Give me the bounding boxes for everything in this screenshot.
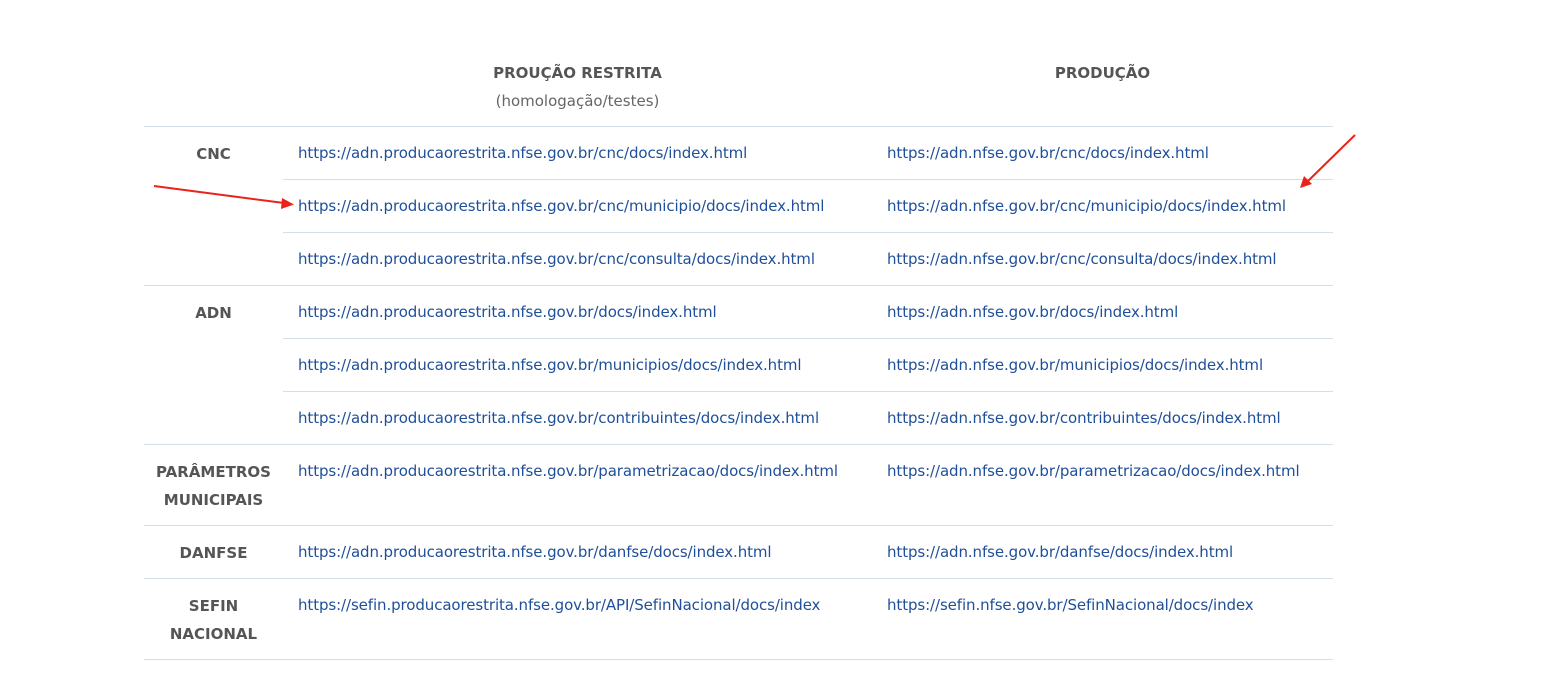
header-producao-title: PRODUÇÃO [1054, 64, 1151, 82]
producao-link-cell: https://adn.nfse.gov.br/cnc/consulta/doc… [872, 232, 1333, 286]
table-row: ADN https://adn.producaorestrita.nfse.go… [144, 285, 1333, 445]
producao-link-cell: https://adn.nfse.gov.br/municipios/docs/… [872, 338, 1333, 392]
restrita-link-cell: https://adn.producaorestrita.nfse.gov.br… [283, 444, 872, 526]
table-row: CNC https://adn.producaorestrita.nfse.go… [144, 126, 1333, 286]
restrita-link-cell: https://adn.producaorestrita.nfse.gov.br… [283, 338, 872, 392]
table-row: https://adn.producaorestrita.nfse.gov.br… [144, 232, 1333, 286]
restrita-link[interactable]: https://sefin.producaorestrita.nfse.gov.… [298, 596, 820, 614]
producao-link[interactable]: https://adn.nfse.gov.br/contribuintes/do… [887, 409, 1281, 427]
table-row: SEFIN NACIONAL https://sefin.producaores… [144, 578, 1333, 660]
service-sefin-nacional: SEFIN NACIONAL [144, 578, 283, 660]
restrita-link[interactable]: https://adn.producaorestrita.nfse.gov.br… [298, 197, 824, 215]
producao-link[interactable]: https://adn.nfse.gov.br/danfse/docs/inde… [887, 543, 1233, 561]
restrita-link[interactable]: https://adn.producaorestrita.nfse.gov.br… [298, 543, 772, 561]
producao-link[interactable]: https://adn.nfse.gov.br/cnc/docs/index.h… [887, 144, 1209, 162]
restrita-link-cell: https://adn.producaorestrita.nfse.gov.br… [283, 232, 872, 286]
restrita-link[interactable]: https://adn.producaorestrita.nfse.gov.br… [298, 144, 747, 162]
producao-link-cell: https://adn.nfse.gov.br/cnc/municipio/do… [872, 179, 1333, 233]
header-restrita-column: PROUÇÃO RESTRITA (homologação/testes) [283, 52, 872, 127]
table-row: https://adn.producaorestrita.nfse.gov.br… [144, 338, 1333, 392]
producao-link[interactable]: https://adn.nfse.gov.br/docs/index.html [887, 303, 1178, 321]
restrita-link-cell: https://sefin.producaorestrita.nfse.gov.… [283, 578, 872, 660]
header-restrita-title: PROUÇÃO RESTRITA [493, 64, 662, 82]
restrita-link-cell: https://adn.producaorestrita.nfse.gov.br… [283, 525, 872, 579]
page: PROUÇÃO RESTRITA (homologação/testes) PR… [0, 0, 1562, 678]
producao-link[interactable]: https://adn.nfse.gov.br/parametrizacao/d… [887, 462, 1300, 480]
restrita-link-cell: https://adn.producaorestrita.nfse.gov.br… [283, 126, 872, 180]
table-body: CNC https://adn.producaorestrita.nfse.go… [144, 126, 1333, 660]
restrita-link-cell: https://adn.producaorestrita.nfse.gov.br… [283, 391, 872, 445]
producao-link-cell: https://adn.nfse.gov.br/docs/index.html [872, 285, 1333, 339]
producao-link[interactable]: https://sefin.nfse.gov.br/SefinNacional/… [887, 596, 1254, 614]
service-cnc: CNC [144, 126, 283, 286]
service-parametros-municipais: PARÂMETROS MUNICIPAIS [144, 444, 283, 526]
producao-link[interactable]: https://adn.nfse.gov.br/cnc/consulta/doc… [887, 250, 1277, 268]
table-header: PROUÇÃO RESTRITA (homologação/testes) PR… [144, 52, 1333, 127]
producao-link-cell: https://adn.nfse.gov.br/parametrizacao/d… [872, 444, 1333, 526]
restrita-link[interactable]: https://adn.producaorestrita.nfse.gov.br… [298, 409, 819, 427]
header-restrita-subtitle: (homologação/testes) [495, 92, 660, 110]
service-adn: ADN [144, 285, 283, 445]
restrita-link-cell: https://adn.producaorestrita.nfse.gov.br… [283, 285, 872, 339]
restrita-link[interactable]: https://adn.producaorestrita.nfse.gov.br… [298, 250, 815, 268]
restrita-link[interactable]: https://adn.producaorestrita.nfse.gov.br… [298, 356, 802, 374]
producao-link[interactable]: https://adn.nfse.gov.br/cnc/municipio/do… [887, 197, 1286, 215]
table-row: https://adn.producaorestrita.nfse.gov.br… [144, 391, 1333, 445]
producao-link-cell: https://sefin.nfse.gov.br/SefinNacional/… [872, 578, 1333, 660]
service-danfse: DANFSE [144, 525, 283, 579]
restrita-link-cell: https://adn.producaorestrita.nfse.gov.br… [283, 179, 872, 233]
producao-link-cell: https://adn.nfse.gov.br/danfse/docs/inde… [872, 525, 1333, 579]
producao-link[interactable]: https://adn.nfse.gov.br/municipios/docs/… [887, 356, 1263, 374]
producao-link-cell: https://adn.nfse.gov.br/contribuintes/do… [872, 391, 1333, 445]
restrita-link[interactable]: https://adn.producaorestrita.nfse.gov.br… [298, 303, 717, 321]
header-row: PROUÇÃO RESTRITA (homologação/testes) PR… [144, 52, 1333, 127]
header-producao-column: PRODUÇÃO [872, 52, 1333, 127]
endpoints-table: PROUÇÃO RESTRITA (homologação/testes) PR… [144, 52, 1333, 660]
header-service-column [144, 52, 283, 127]
table-row: PARÂMETROS MUNICIPAIS https://adn.produc… [144, 444, 1333, 526]
producao-link-cell: https://adn.nfse.gov.br/cnc/docs/index.h… [872, 126, 1333, 180]
restrita-link[interactable]: https://adn.producaorestrita.nfse.gov.br… [298, 462, 838, 480]
table-row: DANFSE https://adn.producaorestrita.nfse… [144, 525, 1333, 579]
table-row: https://adn.producaorestrita.nfse.gov.br… [144, 179, 1333, 233]
